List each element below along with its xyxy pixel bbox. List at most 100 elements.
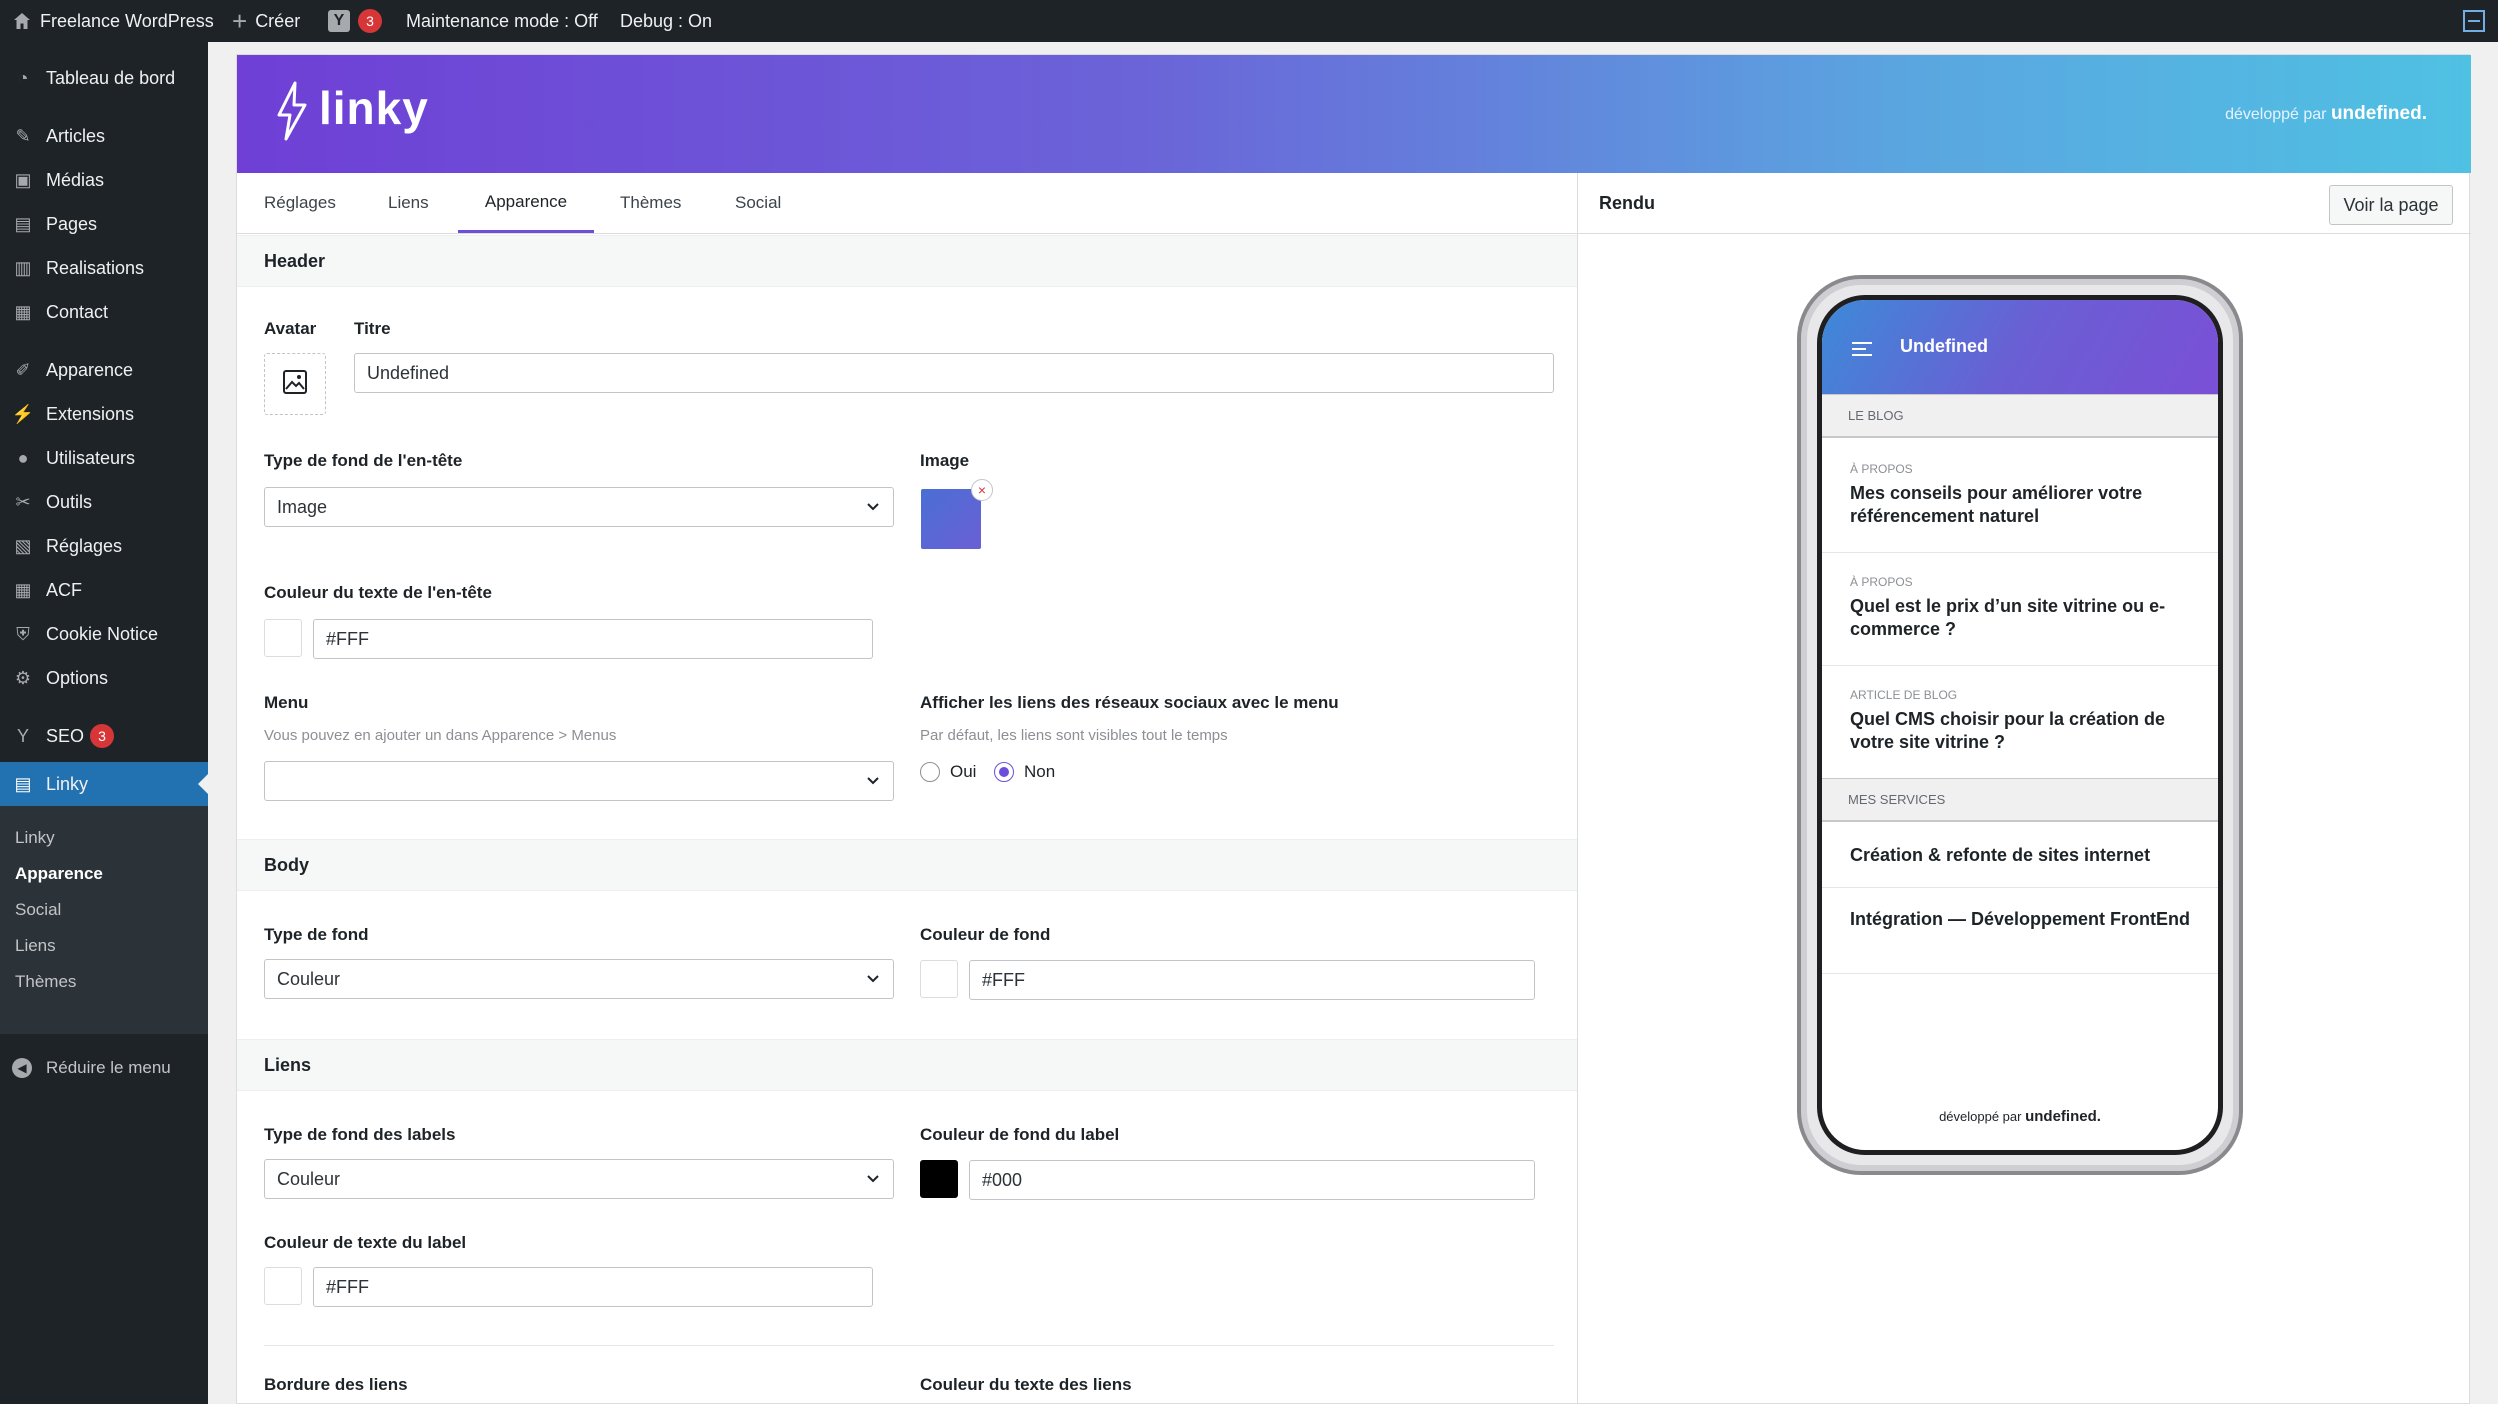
- sidebar-item-outils[interactable]: ✂ Outils: [0, 482, 208, 522]
- site-name-link[interactable]: Freelance WordPress: [12, 0, 214, 42]
- submenu-item-liens[interactable]: Liens: [15, 936, 56, 956]
- body-bg-type-select[interactable]: Couleur: [264, 959, 894, 999]
- menu-select[interactable]: [264, 761, 894, 801]
- radio-label: Non: [1024, 762, 1056, 781]
- body-bg-type-label: Type de fond: [264, 925, 369, 944]
- sidebar-item-cookie-notice[interactable]: ⛨ Cookie Notice: [0, 614, 208, 654]
- yoast-link[interactable]: Y 3: [328, 0, 382, 42]
- sidebar-item-label: Options: [46, 667, 109, 688]
- sidebar-item-label: Pages: [46, 213, 98, 234]
- yoast-icon: Y: [16, 725, 29, 746]
- sidebar-item-label: Médias: [46, 169, 105, 190]
- header-image-thumbnail[interactable]: [921, 489, 981, 549]
- title-input[interactable]: Undefined: [354, 353, 1554, 393]
- header-text-color-swatch[interactable]: [264, 619, 302, 657]
- body-section-title: Body: [237, 839, 1577, 891]
- layout-icon: ▦: [14, 301, 32, 322]
- yoast-count-badge: 3: [358, 9, 382, 33]
- header-text-color-input[interactable]: #FFF: [313, 619, 873, 659]
- remove-image-icon[interactable]: ×: [971, 479, 993, 501]
- sidebar-item-pages[interactable]: ▤ Pages: [0, 204, 208, 244]
- header-bg-type-select[interactable]: Image: [264, 487, 894, 527]
- tab-liens[interactable]: Liens: [388, 173, 438, 233]
- window-icon[interactable]: [2463, 0, 2485, 42]
- tab-label: Social: [735, 193, 782, 212]
- sidebar-item-acf[interactable]: ▦ ACF: [0, 570, 208, 610]
- submenu-item-apparence[interactable]: Apparence: [15, 864, 103, 884]
- chevron-down-icon: [863, 496, 883, 516]
- column-divider: [1577, 173, 1578, 1404]
- body-bg-color-label: Couleur de fond: [920, 925, 1051, 944]
- label-text-color-input[interactable]: #FFF: [313, 1267, 873, 1307]
- label-bg-color-input[interactable]: #000: [969, 1160, 1535, 1200]
- radio-button-checked[interactable]: [994, 762, 1014, 782]
- radio-button[interactable]: [920, 762, 940, 782]
- label-text-color-swatch[interactable]: [264, 1267, 302, 1305]
- image-label: Image: [920, 451, 970, 470]
- sidebar-item-label: Apparence: [46, 359, 134, 380]
- preview-link-item[interactable]: À propos Quel est le prix d’un site vitr…: [1822, 553, 2218, 666]
- credit-prefix: développé par: [2225, 106, 2327, 123]
- body-bg-color-swatch[interactable]: [920, 960, 958, 998]
- select-value: Image: [277, 496, 328, 517]
- preview-link-title: Quel CMS choisir pour la création de vot…: [1850, 709, 2166, 752]
- media-icon: ▣: [14, 169, 32, 190]
- menu-help: Vous pouvez en ajouter un dans Apparence…: [264, 727, 617, 744]
- sidebar-item-apparence[interactable]: ✐ Apparence: [0, 350, 208, 390]
- preview-link-item[interactable]: Article de blog Quel CMS choisir pour la…: [1822, 666, 2218, 778]
- sidebar-item-contact[interactable]: ▦ Contact: [0, 292, 208, 332]
- label-bg-color-label: Couleur de fond du label: [920, 1125, 1120, 1144]
- sidebar-item-label: SEO: [46, 725, 85, 746]
- dashboard-icon: ◔: [17, 67, 29, 88]
- tab-reglages[interactable]: Réglages: [264, 173, 344, 233]
- create-link[interactable]: + Créer: [232, 0, 300, 42]
- render-divider: [1577, 233, 2471, 234]
- preview-link-item[interactable]: À propos Mes conseils pour améliorer vot…: [1822, 440, 2218, 553]
- grid-icon: ▦: [14, 579, 32, 600]
- developer-credit: développé par undefined.: [2225, 103, 2427, 125]
- link-text-color-label: Couleur du texte des liens: [920, 1375, 1132, 1394]
- submenu-item-linky[interactable]: Linky: [15, 828, 55, 848]
- label-bg-type-select[interactable]: Couleur: [264, 1159, 894, 1199]
- preview-section-services: Mes services: [1822, 778, 2218, 822]
- sidebar-item-utilisateurs[interactable]: ● Utilisateurs: [0, 438, 208, 478]
- linky-banner: linky développé par undefined.: [237, 55, 2471, 173]
- sidebar-item-seo[interactable]: Y SEO 3: [0, 716, 208, 756]
- tab-social[interactable]: Social: [735, 173, 795, 233]
- sidebar-item-realisations[interactable]: ▥ Realisations: [0, 248, 208, 288]
- maintenance-toggle[interactable]: Maintenance mode : Off: [406, 0, 598, 42]
- title-label: Titre: [354, 319, 391, 338]
- sidebar-item-dashboard[interactable]: ◔ Tableau de bord: [0, 58, 208, 98]
- preview-link-item[interactable]: Intégration — Développement FrontEnd: [1822, 888, 2218, 974]
- tab-apparence[interactable]: Apparence: [458, 173, 594, 233]
- sidebar-item-articles[interactable]: ✎ Articles: [0, 116, 208, 156]
- radio-oui[interactable]: Oui: [920, 762, 976, 782]
- sidebar-item-reglages[interactable]: ▧ Réglages: [0, 526, 208, 566]
- hamburger-icon[interactable]: [1852, 340, 1872, 356]
- select-value: Couleur: [277, 968, 341, 989]
- phone-screen: Undefined Le blog À propos Mes conseils …: [1817, 295, 2223, 1155]
- tab-themes[interactable]: Thèmes: [620, 173, 700, 233]
- sidebar-item-extensions[interactable]: ⚡ Extensions: [0, 394, 208, 434]
- preview-credit-prefix: développé par: [1939, 1109, 2022, 1124]
- view-page-button[interactable]: Voir la page: [2329, 185, 2453, 225]
- label-text-color-label: Couleur de texte du label: [264, 1233, 467, 1252]
- sidebar-item-linky[interactable]: ▤ Linky: [0, 762, 208, 806]
- submenu-item-themes[interactable]: Thèmes: [15, 972, 76, 992]
- radio-non[interactable]: Non: [994, 762, 1055, 782]
- collapse-menu-button[interactable]: ◀ Réduire le menu: [0, 1048, 208, 1088]
- debug-label: Debug : On: [620, 10, 713, 31]
- debug-toggle[interactable]: Debug : On: [620, 0, 712, 42]
- sidebar-item-medias[interactable]: ▣ Médias: [0, 160, 208, 200]
- preview-link-item[interactable]: Création & refonte de sites internet: [1822, 824, 2218, 888]
- sidebar-item-options[interactable]: ⚙ Options: [0, 658, 208, 698]
- collapse-label: Réduire le menu: [46, 1058, 171, 1077]
- plugin-icon: ⚡: [11, 403, 35, 424]
- preview-credit-brand: undefined.: [2025, 1108, 2101, 1125]
- radio-label: Oui: [950, 762, 977, 781]
- submenu-item-social[interactable]: Social: [15, 900, 61, 920]
- body-bg-color-input[interactable]: #FFF: [969, 960, 1535, 1000]
- label-bg-color-swatch[interactable]: [920, 1160, 958, 1198]
- avatar-upload[interactable]: [264, 353, 326, 415]
- tab-label: Apparence: [484, 191, 568, 211]
